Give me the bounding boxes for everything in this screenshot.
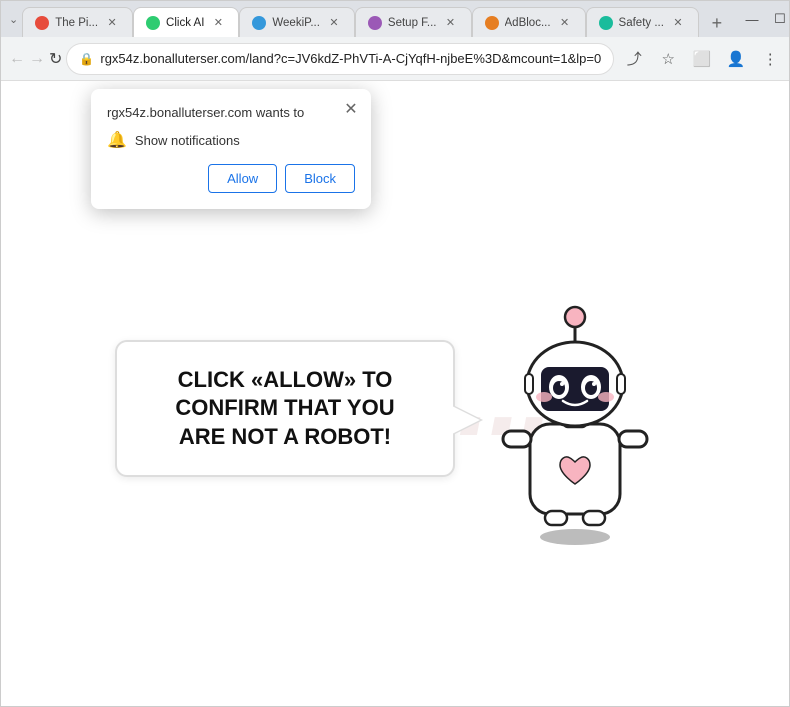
tab-close-adblock[interactable]: ✕ [557,15,573,31]
new-tab-button[interactable]: + [703,9,731,37]
tab-setup[interactable]: Setup F... ✕ [355,7,472,37]
notif-show-text: Show notifications [135,133,240,148]
tab-favicon-adblock [485,16,499,30]
bubble-line1: CLICK «ALLOW» TO CONFIRM THAT YOU [175,367,394,421]
tab-adblock[interactable]: AdBloc... ✕ [472,7,586,37]
tab-label-wiki: WeekiP... [272,17,320,29]
tab-close-safety[interactable]: ✕ [670,15,686,31]
title-bar: ⌄ The Pi... ✕ Click AI ✕ WeekiP... ✕ Set… [1,1,789,37]
menu-icon-btn[interactable]: ⋮ [754,43,786,75]
lock-icon: 🔒 [79,52,94,66]
robot-illustration [475,269,675,549]
tab-label-safety: Safety ... [619,17,664,29]
tab-favicon-safety [599,16,613,30]
tab-label-click: Click AI [166,17,204,29]
minimize-button[interactable]: — [739,6,765,32]
tab-pirate[interactable]: The Pi... ✕ [22,7,133,37]
tab-label-adblock: AdBloc... [505,17,551,29]
forward-button[interactable]: → [29,43,45,75]
collapse-button[interactable]: ⌄ [9,9,18,29]
tab-wiki[interactable]: WeekiP... ✕ [239,7,355,37]
tab-safety[interactable]: Safety ... ✕ [586,7,699,37]
tab-close-wiki[interactable]: ✕ [326,15,342,31]
block-button[interactable]: Block [285,164,355,193]
content-wrapper: CLICK «ALLOW» TO CONFIRM THAT YOU ARE NO… [115,269,675,549]
tab-favicon-pirate [35,16,49,30]
allow-button[interactable]: Allow [208,164,277,193]
robot-svg [475,269,675,549]
account-icon-btn[interactable]: 👤 [720,43,752,75]
tab-click[interactable]: Click AI ✕ [133,7,239,37]
back-button[interactable]: ← [9,43,25,75]
bubble-line2: ARE NOT A ROBOT! [179,424,391,449]
speech-bubble: CLICK «ALLOW» TO CONFIRM THAT YOU ARE NO… [115,340,455,478]
share-icon-btn[interactable]: ⤴ [618,43,650,75]
notif-buttons: Allow Block [107,164,355,193]
maximize-button[interactable]: ☐ [767,6,790,32]
reload-button[interactable]: ↻ [49,43,62,75]
bubble-text: CLICK «ALLOW» TO CONFIRM THAT YOU ARE NO… [147,366,423,452]
address-bar[interactable]: 🔒 rgx54z.bonalluterser.com/land?c=JV6kdZ… [66,43,614,75]
tab-close-pirate[interactable]: ✕ [104,15,120,31]
nav-icons: ⤴ ☆ ⬜ 👤 ⋮ [618,43,786,75]
tab-close-setup[interactable]: ✕ [443,15,459,31]
page-content: rgx54z.bonalluterser.com wants to ✕ 🔔 Sh… [1,81,789,706]
nav-bar: ← → ↻ 🔒 rgx54z.bonalluterser.com/land?c=… [1,37,789,81]
tab-label-pirate: The Pi... [55,17,98,29]
tab-favicon-wiki [252,16,266,30]
tab-strip: The Pi... ✕ Click AI ✕ WeekiP... ✕ Setup… [22,1,731,37]
notif-title: rgx54z.bonalluterser.com wants to [107,105,355,120]
window-controls: — ☐ ✕ [739,6,790,32]
notif-close-button[interactable]: ✕ [341,99,361,119]
bookmark-icon-btn[interactable]: ☆ [652,43,684,75]
browser-frame: ⌄ The Pi... ✕ Click AI ✕ WeekiP... ✕ Set… [0,0,790,707]
extension-icon-btn[interactable]: ⬜ [686,43,718,75]
notif-row: 🔔 Show notifications [107,130,355,150]
tab-favicon-click [146,16,160,30]
address-text: rgx54z.bonalluterser.com/land?c=JV6kdZ-P… [100,51,601,66]
tab-label-setup: Setup F... [388,17,437,29]
bell-icon: 🔔 [107,130,127,150]
notification-popup: rgx54z.bonalluterser.com wants to ✕ 🔔 Sh… [91,89,371,209]
tab-close-click[interactable]: ✕ [210,15,226,31]
tab-favicon-setup [368,16,382,30]
